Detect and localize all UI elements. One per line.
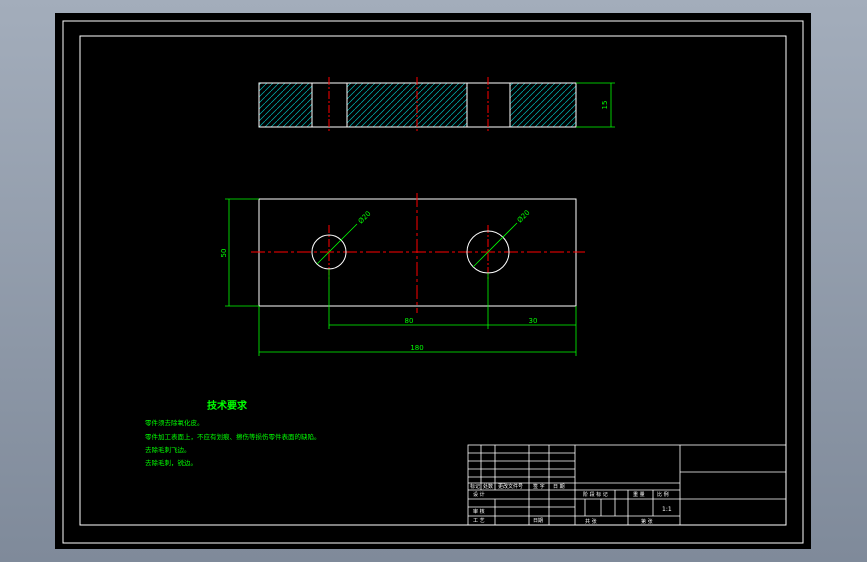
- tech-title: 技术要求: [207, 399, 248, 412]
- dim-thickness-label: 15: [601, 101, 609, 110]
- tech-line-4: 去除毛刺，锐边。: [145, 458, 197, 467]
- title-block-text: 标记 处数 更改文件号 签 字 日 期 设 计 阶 段 标 记 重 量 比 例 …: [470, 483, 672, 525]
- dim-center-distance-label: 80: [405, 317, 414, 325]
- dim-hole-left-label: Ø20: [357, 210, 373, 226]
- rev-header-count: 处数: [483, 483, 493, 490]
- sheet-total-label: 共 张: [585, 518, 597, 525]
- rev-header-date: 日 期: [553, 484, 565, 490]
- leader-hole-left: [316, 223, 358, 265]
- designer-label: 设 计: [473, 491, 485, 498]
- weight-label: 重 量: [633, 491, 645, 498]
- section-view: 15: [258, 77, 615, 133]
- process-label: 工 艺: [473, 518, 485, 524]
- technical-requirements: 技术要求 零件须去除氧化皮。 零件加工表面上，不应有划痕、擦伤等损伤零件表面的缺…: [145, 399, 321, 467]
- rev-header-mark: 标记: [470, 483, 480, 490]
- front-view: Ø20 Ø20 50 80 30 180: [220, 193, 585, 356]
- dim-overall-label: 180: [410, 344, 423, 352]
- approve-label: 审 核: [473, 508, 485, 515]
- stage-mark-label: 阶 段 标 记: [583, 491, 608, 498]
- tech-line-1: 零件须去除氧化皮。: [145, 418, 204, 427]
- tech-line-2: 零件加工表面上，不应有划痕、擦伤等损伤零件表面的缺陷。: [145, 432, 321, 441]
- section-hatch-middle: [347, 83, 467, 127]
- dim-edge-distance-label: 30: [529, 317, 538, 325]
- section-hatch-left: [259, 83, 312, 127]
- dim-hole-right-label: Ø20: [516, 209, 532, 225]
- leader-hole-right: [472, 222, 518, 268]
- cad-drawing: 15 Ø20 Ø20 50 80 30 180 技术要求 零件须去除氧化皮。 零…: [62, 20, 804, 544]
- rev-header-sign: 签 字: [533, 483, 545, 490]
- drawing-sheet: 15 Ø20 Ø20 50 80 30 180 技术要求 零件须去除氧化皮。 零…: [55, 13, 811, 549]
- scale-value: 1:1: [662, 506, 672, 513]
- tech-line-3: 去除毛刺飞边。: [145, 445, 191, 454]
- date-label: 日期: [533, 518, 543, 524]
- sheet-no-label: 第 张: [641, 518, 653, 525]
- dim-height-label: 50: [220, 249, 228, 258]
- section-hatch-right: [510, 83, 576, 127]
- scale-label: 比 例: [657, 491, 669, 498]
- rev-header-docno: 更改文件号: [498, 483, 523, 490]
